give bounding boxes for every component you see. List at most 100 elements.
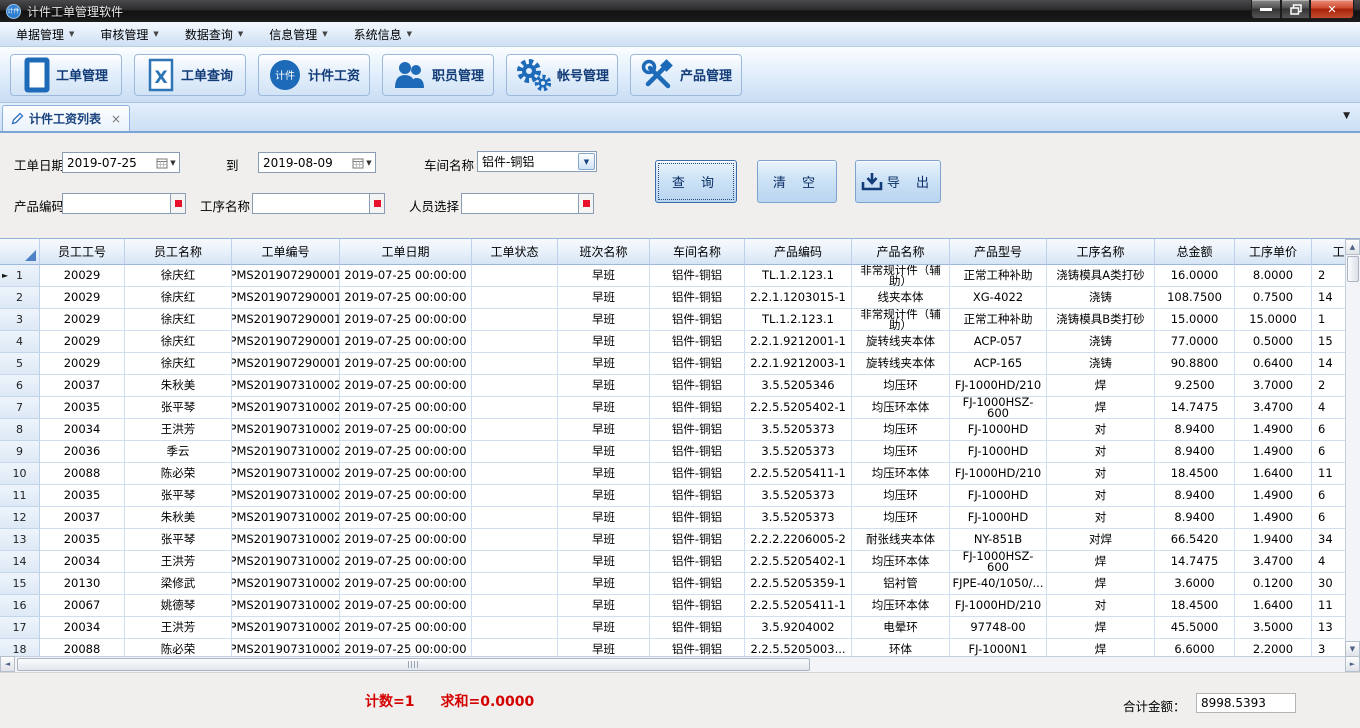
- table-row[interactable]: 920036季云PMS2019073100022019-07-25 00:00:…: [0, 441, 1360, 463]
- column-header-1[interactable]: 员工工号: [40, 239, 125, 265]
- table-row[interactable]: 1820088陈必荣PMS2019073100022019-07-25 00:0…: [0, 639, 1360, 657]
- row-header[interactable]: 9: [0, 441, 40, 463]
- column-header-5[interactable]: 工单状态: [472, 239, 558, 265]
- tab-piecework-wage-list[interactable]: 计件工资列表 ×: [2, 105, 130, 131]
- table-row[interactable]: ►120029徐庆红PMS2019072900012019-07-25 00:0…: [0, 265, 1360, 287]
- restore-button[interactable]: [1281, 0, 1310, 19]
- tab-close-icon[interactable]: ×: [111, 112, 121, 126]
- table-row[interactable]: 1020088陈必荣PMS2019073100022019-07-25 00:0…: [0, 463, 1360, 485]
- vertical-scroll-thumb[interactable]: [1347, 256, 1359, 282]
- table-cell: 20067: [40, 595, 125, 617]
- table-row[interactable]: 1420034王洪芳PMS2019073100022019-07-25 00:0…: [0, 551, 1360, 573]
- menu-item-4[interactable]: 信息管理▼: [261, 24, 335, 45]
- column-header-9[interactable]: 产品名称: [852, 239, 950, 265]
- column-header-13[interactable]: 工序单价: [1235, 239, 1312, 265]
- row-header[interactable]: 10: [0, 463, 40, 485]
- tab-list-dropdown-icon[interactable]: ▼: [1343, 111, 1350, 121]
- table-cell: 20035: [40, 397, 125, 419]
- calendar-dropdown-button[interactable]: ▼: [349, 153, 375, 172]
- horizontal-scrollbar[interactable]: ◄ ►: [0, 656, 1360, 672]
- table-row[interactable]: 1320035张平琴PMS2019073100022019-07-25 00:0…: [0, 529, 1360, 551]
- column-header-12[interactable]: 总金额: [1155, 239, 1235, 265]
- total-amount-field[interactable]: 8998.5393: [1196, 693, 1296, 713]
- row-header[interactable]: 11: [0, 485, 40, 507]
- column-header-2[interactable]: 员工名称: [125, 239, 232, 265]
- scroll-up-icon[interactable]: ▲: [1345, 239, 1360, 255]
- table-cell: 铝件-铜铝: [650, 507, 745, 529]
- vertical-scrollbar[interactable]: ▲ ▼: [1345, 239, 1360, 657]
- column-header-6[interactable]: 班次名称: [558, 239, 650, 265]
- row-header[interactable]: 16: [0, 595, 40, 617]
- workshop-combobox[interactable]: 铝件-铜铝 ▼: [477, 151, 597, 172]
- column-header-10[interactable]: 产品型号: [950, 239, 1047, 265]
- table-row[interactable]: 320029徐庆红PMS2019072900012019-07-25 00:00…: [0, 309, 1360, 331]
- staff-management-button[interactable]: 职员管理: [382, 54, 494, 96]
- row-header[interactable]: 18: [0, 639, 40, 657]
- work-order-management-button[interactable]: 工单管理: [10, 54, 122, 96]
- export-button[interactable]: 导 出: [855, 160, 941, 203]
- close-button[interactable]: ✕: [1310, 0, 1354, 19]
- table-row[interactable]: 1120035张平琴PMS2019073100022019-07-25 00:0…: [0, 485, 1360, 507]
- table-row[interactable]: 820034王洪芳PMS2019073100022019-07-25 00:00…: [0, 419, 1360, 441]
- menu-item-1[interactable]: 单据管理▼: [8, 24, 82, 45]
- combo-dropdown-button[interactable]: ▼: [578, 153, 595, 170]
- row-header[interactable]: 4: [0, 331, 40, 353]
- menu-item-2[interactable]: 审核管理▼: [92, 24, 166, 45]
- product-management-button[interactable]: 产品管理: [630, 54, 742, 96]
- row-header[interactable]: 8: [0, 419, 40, 441]
- calendar-icon: [156, 157, 168, 169]
- table-row[interactable]: 1220037朱秋美PMS2019073100022019-07-25 00:0…: [0, 507, 1360, 529]
- table-row[interactable]: 620037朱秋美PMS2019073100022019-07-25 00:00…: [0, 375, 1360, 397]
- row-header[interactable]: 17: [0, 617, 40, 639]
- scroll-right-icon[interactable]: ►: [1345, 656, 1360, 672]
- person-select-input[interactable]: [461, 193, 594, 214]
- order-date-to-input[interactable]: 2019-08-09 ▼: [258, 152, 376, 173]
- table-row[interactable]: 520029徐庆红PMS2019072900012019-07-25 00:00…: [0, 353, 1360, 375]
- select-all-triangle-icon: [25, 250, 36, 261]
- grid-viewport: 员工工号员工名称工单编号工单日期工单状态班次名称车间名称产品编码产品名称产品型号…: [0, 239, 1360, 657]
- calendar-dropdown-button[interactable]: ▼: [153, 153, 179, 172]
- row-header[interactable]: ►1: [0, 265, 40, 287]
- person-picker-button[interactable]: [578, 194, 593, 213]
- table-row[interactable]: 420029徐庆红PMS2019072900012019-07-25 00:00…: [0, 331, 1360, 353]
- row-header[interactable]: 14: [0, 551, 40, 573]
- person-label: 人员选择: [409, 196, 459, 215]
- table-row[interactable]: 720035张平琴PMS2019073100022019-07-25 00:00…: [0, 397, 1360, 419]
- minimize-button[interactable]: [1251, 0, 1281, 19]
- row-header[interactable]: 15: [0, 573, 40, 595]
- menu-item-5[interactable]: 系统信息▼: [346, 24, 420, 45]
- menu-item-3[interactable]: 数据查询▼: [177, 24, 251, 45]
- table-row[interactable]: 1520130梁修武PMS2019073100022019-07-25 00:0…: [0, 573, 1360, 595]
- process-picker-button[interactable]: [369, 194, 384, 213]
- clear-button[interactable]: 清 空: [757, 160, 837, 203]
- product-code-input[interactable]: [62, 193, 186, 214]
- column-header-7[interactable]: 车间名称: [650, 239, 745, 265]
- column-header-11[interactable]: 工序名称: [1047, 239, 1155, 265]
- horizontal-scroll-thumb[interactable]: [17, 658, 810, 671]
- column-header-3[interactable]: 工单编号: [232, 239, 340, 265]
- row-header[interactable]: 6: [0, 375, 40, 397]
- table-row[interactable]: 1720034王洪芳PMS2019073100022019-07-25 00:0…: [0, 617, 1360, 639]
- table-row[interactable]: 220029徐庆红PMS2019072900012019-07-25 00:00…: [0, 287, 1360, 309]
- row-header[interactable]: 13: [0, 529, 40, 551]
- scroll-down-icon[interactable]: ▼: [1345, 641, 1360, 657]
- table-cell: 3.5000: [1235, 617, 1312, 639]
- select-all-corner[interactable]: [0, 239, 40, 265]
- calendar-icon: [352, 157, 364, 169]
- piecework-wage-button[interactable]: 计件计件工资: [258, 54, 370, 96]
- product-code-picker-button[interactable]: [170, 194, 185, 213]
- row-header[interactable]: 2: [0, 287, 40, 309]
- row-header[interactable]: 12: [0, 507, 40, 529]
- column-header-8[interactable]: 产品编码: [745, 239, 852, 265]
- row-header[interactable]: 5: [0, 353, 40, 375]
- query-button[interactable]: 查 询: [655, 160, 737, 203]
- row-header[interactable]: 7: [0, 397, 40, 419]
- row-header[interactable]: 3: [0, 309, 40, 331]
- process-name-input[interactable]: [252, 193, 385, 214]
- table-row[interactable]: 1620067姚德琴PMS2019073100022019-07-25 00:0…: [0, 595, 1360, 617]
- work-order-query-button[interactable]: X工单查询: [134, 54, 246, 96]
- scroll-left-icon[interactable]: ◄: [0, 656, 15, 672]
- account-management-button[interactable]: 帐号管理: [506, 54, 618, 96]
- order-date-from-input[interactable]: 2019-07-25 ▼: [62, 152, 180, 173]
- column-header-4[interactable]: 工单日期: [340, 239, 472, 265]
